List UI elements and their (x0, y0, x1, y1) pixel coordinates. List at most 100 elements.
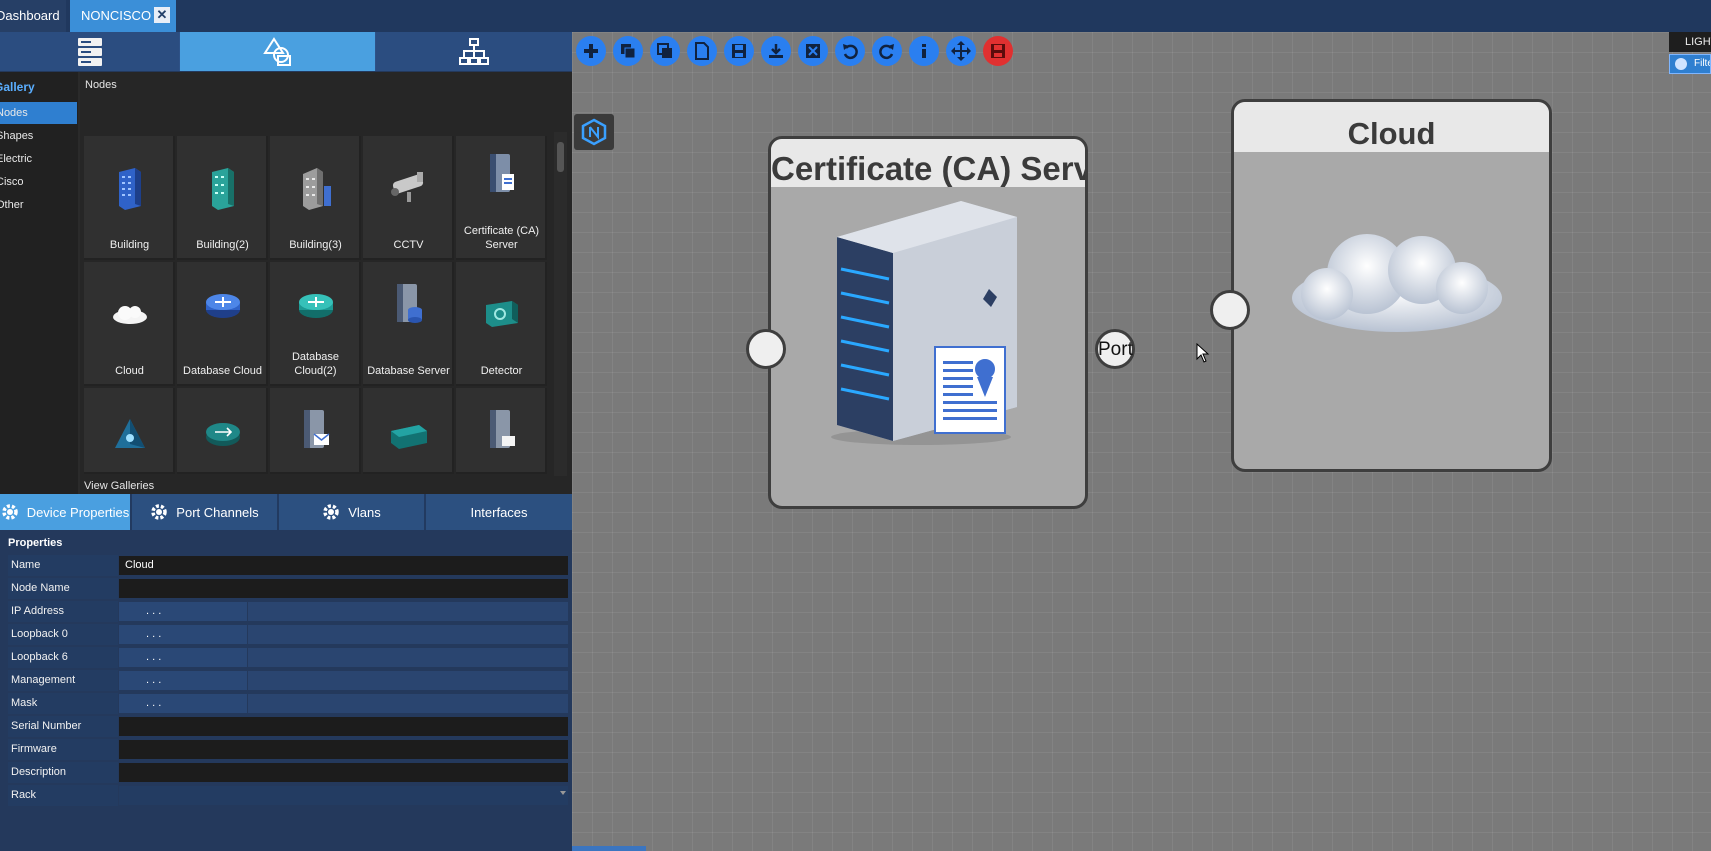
close-tab-icon[interactable]: ✕ (154, 7, 170, 23)
node-name-field[interactable] (119, 579, 568, 598)
info-button[interactable] (909, 36, 939, 66)
mouse-cursor-icon (1196, 343, 1210, 363)
node-tile-switch[interactable] (177, 388, 268, 474)
loopback-0-field[interactable]: . . . (119, 625, 247, 644)
export-excel-button[interactable] (798, 36, 828, 66)
mail-server-icon (270, 400, 361, 460)
port-left[interactable] (1210, 290, 1250, 330)
send-back-button[interactable] (650, 36, 680, 66)
tab-noncisco-label: NONCISCO (81, 8, 152, 23)
firmware-field[interactable] (119, 740, 568, 759)
node-tile-detector[interactable]: Detector (456, 262, 547, 386)
field-background (248, 694, 568, 713)
save-stop-button[interactable] (983, 36, 1013, 66)
tab-interfaces[interactable]: Interfaces (426, 494, 572, 530)
node-tile-database-cloud-2[interactable]: Database Cloud(2) (270, 262, 361, 386)
tab-device-properties[interactable]: Device Properties (0, 494, 130, 530)
node-tile-database-server[interactable]: Database Server (363, 262, 454, 386)
property-key: Loopback 0 (8, 624, 118, 645)
property-key: Name (8, 555, 118, 576)
save-button[interactable] (724, 36, 754, 66)
node-tile-device-teal[interactable] (363, 388, 454, 474)
layers-back-icon (657, 43, 672, 58)
download-icon (769, 44, 783, 58)
bring-front-button[interactable] (613, 36, 643, 66)
tab-dashboard[interactable]: Dashboard (0, 0, 66, 32)
field-background (248, 648, 568, 667)
loopback-6-field[interactable]: . . . (119, 648, 247, 667)
node-tile-triangle-network[interactable] (84, 388, 175, 474)
node-tile-cctv[interactable]: CCTV (363, 136, 454, 260)
property-key: Firmware (8, 739, 118, 760)
property-row-ip-address: IP Address . . . (8, 601, 570, 623)
property-key: Management (8, 670, 118, 691)
view-galleries-link[interactable]: View Galleries (84, 480, 154, 492)
overview-button[interactable] (574, 114, 614, 150)
gear-icon (151, 504, 168, 520)
devices-mode-button[interactable] (0, 32, 179, 71)
gallery-scrollbar[interactable] (554, 132, 567, 476)
mask-field[interactable]: . . . (119, 694, 247, 713)
node-tile-mail-server[interactable] (270, 388, 361, 474)
cctv-camera-icon (363, 158, 454, 218)
port-left[interactable] (746, 329, 786, 369)
chevron-down-icon (1675, 58, 1687, 70)
gallery-item-electric[interactable]: Electric (0, 148, 77, 170)
tab-label: Device Properties (26, 504, 130, 520)
field-background (248, 625, 568, 644)
node-tile-certificate-server[interactable]: Certificate (CA) Server (456, 136, 547, 260)
topology-mode-button[interactable] (376, 32, 572, 71)
properties-panel: Properties Name Cloud Node Name IP Addre… (0, 532, 572, 851)
new-page-button[interactable] (687, 36, 717, 66)
diagram-canvas[interactable]: LIGHT Filter Certificate (CA) Server (572, 32, 1711, 851)
node-tile-building[interactable]: Building (84, 136, 175, 260)
property-key: Serial Number (8, 716, 118, 737)
floppy-icon (732, 44, 746, 58)
rack-select[interactable] (119, 786, 568, 805)
node-tile-file-server[interactable] (456, 388, 547, 474)
ip-address-field[interactable]: . . . (119, 602, 247, 621)
tab-vlans[interactable]: Vlans (279, 494, 424, 530)
gallery-item-shapes[interactable]: Shapes (0, 125, 77, 147)
tab-port-channels[interactable]: Port Channels (132, 494, 277, 530)
gallery-area: Gallery Nodes Shapes Electric Cisco Othe… (0, 72, 572, 494)
description-field[interactable] (119, 763, 568, 782)
tab-label: Interfaces (470, 504, 528, 520)
download-button[interactable] (761, 36, 791, 66)
node-tile-building-2[interactable]: Building(2) (177, 136, 268, 260)
excel-icon (806, 44, 820, 58)
node-tile-database-cloud[interactable]: Database Cloud (177, 262, 268, 386)
management-field[interactable]: . . . (119, 671, 247, 690)
floppy-red-icon (991, 44, 1005, 58)
property-row-name: Name Cloud (8, 555, 570, 577)
gallery-scroll-thumb[interactable] (557, 142, 564, 172)
undo-button[interactable] (835, 36, 865, 66)
tab-label: Vlans (348, 504, 381, 520)
file-server-icon (456, 400, 547, 460)
node-tile-building-3[interactable]: Building(3) (270, 136, 361, 260)
serial-number-field[interactable] (119, 717, 568, 736)
building-teal-icon (177, 158, 268, 218)
filter-label: Filter (1694, 58, 1710, 69)
gallery-item-other[interactable]: Other (0, 194, 77, 216)
node-cloud[interactable]: Cloud (1231, 99, 1552, 472)
node-tile-cloud[interactable]: Cloud (84, 262, 175, 386)
node-label: Building (109, 239, 150, 251)
field-background (248, 671, 568, 690)
gallery-item-cisco[interactable]: Cisco (0, 171, 77, 193)
canvas-page-indicator (572, 846, 646, 851)
add-button[interactable] (576, 36, 606, 66)
chevron-down-icon[interactable] (560, 791, 566, 795)
light-theme-tab[interactable]: LIGHT (1669, 32, 1711, 52)
move-button[interactable] (946, 36, 976, 66)
gallery-item-nodes[interactable]: Nodes (0, 102, 77, 124)
redo-button[interactable] (872, 36, 902, 66)
mode-bar (0, 32, 572, 71)
left-panel: Gallery Nodes Shapes Electric Cisco Othe… (0, 32, 572, 851)
layers-front-icon (621, 44, 636, 59)
shapes-mode-button[interactable] (180, 32, 375, 71)
filter-button[interactable]: Filter (1669, 54, 1711, 74)
certificate-server-icon (456, 144, 547, 204)
node-certificate-server[interactable]: Certificate (CA) Server (768, 136, 1088, 509)
name-field[interactable]: Cloud (119, 556, 568, 575)
